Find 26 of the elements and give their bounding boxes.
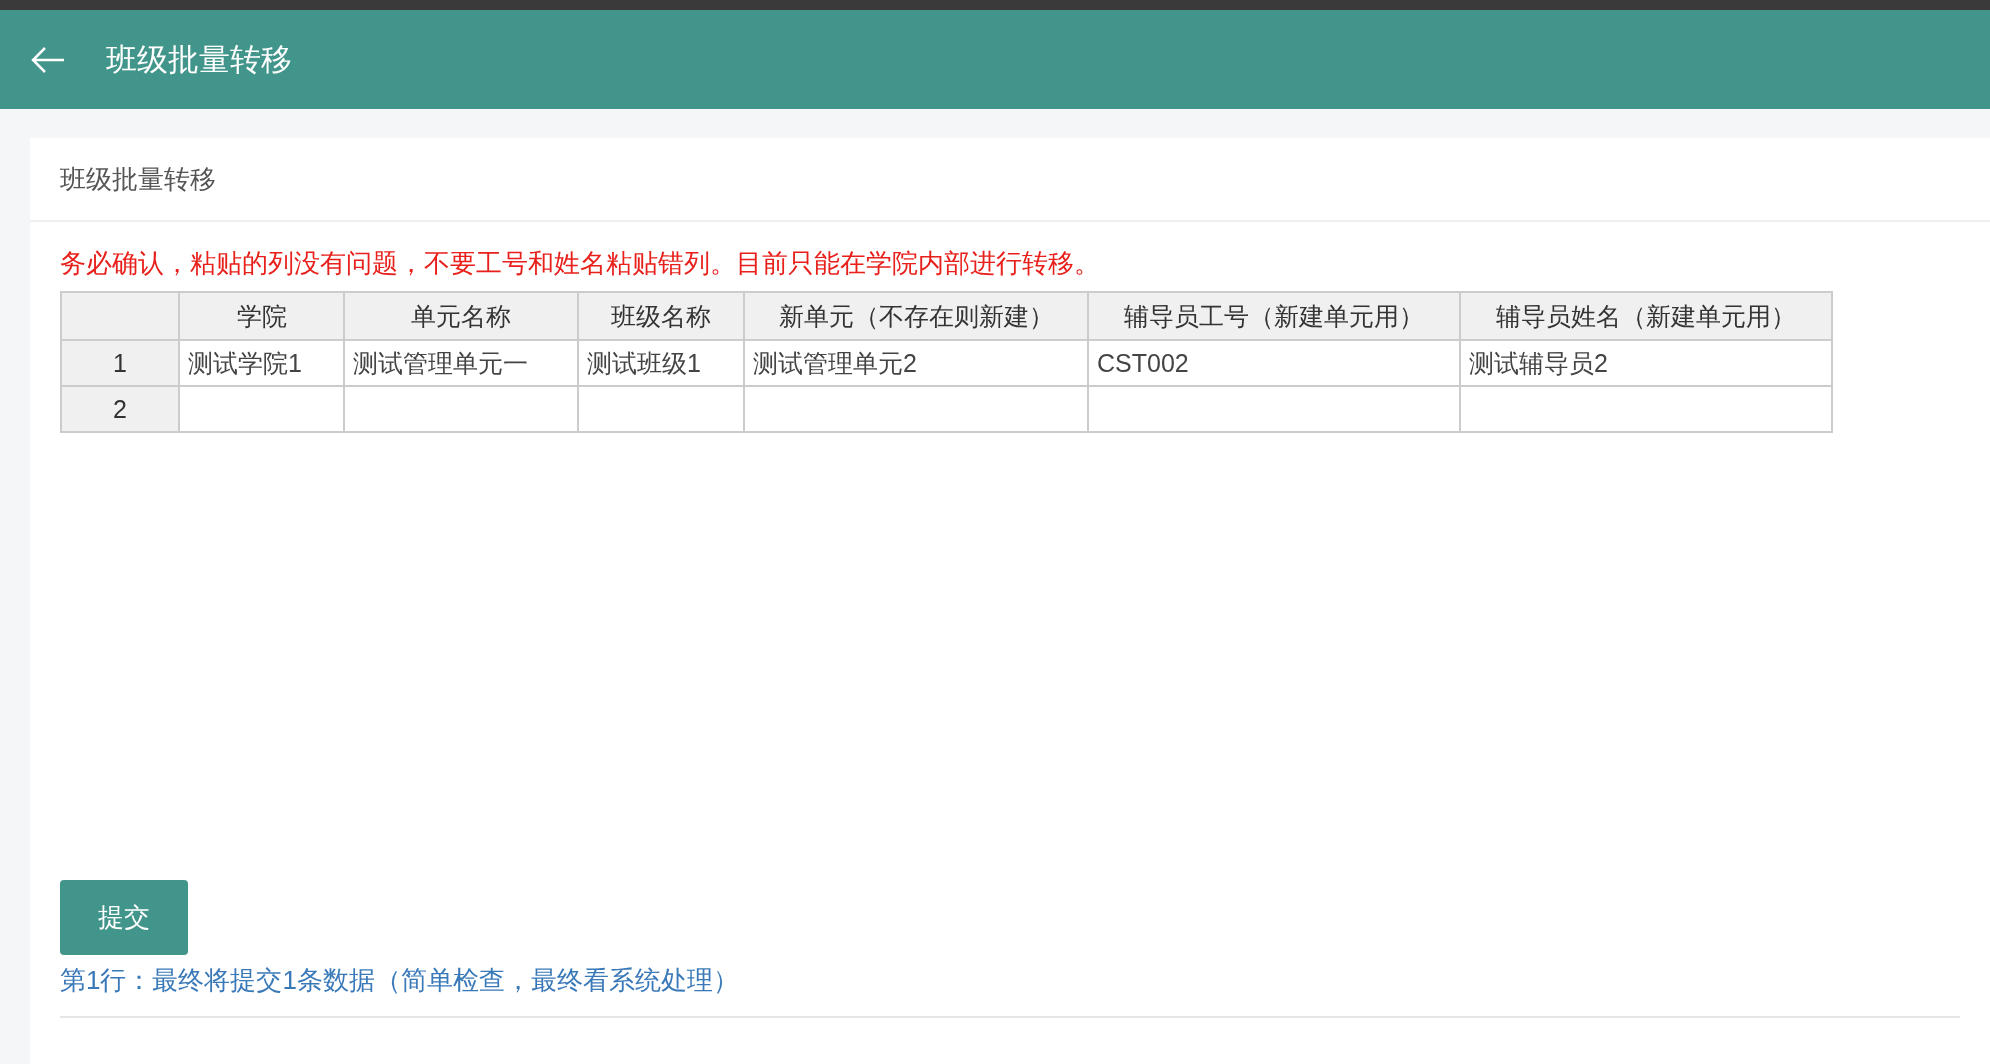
- result-message: 第1行：最终将提交1条数据（简单检查，最终看系统处理）: [60, 964, 740, 997]
- column-header: 班级名称: [578, 292, 744, 340]
- table-cell[interactable]: 测试学院1: [179, 340, 344, 386]
- row-number: 2: [61, 386, 179, 432]
- table-cell[interactable]: [578, 386, 744, 432]
- table-cell[interactable]: [1460, 386, 1832, 432]
- column-header: 学院: [179, 292, 344, 340]
- submit-button[interactable]: 提交: [60, 880, 188, 955]
- table-cell[interactable]: [344, 386, 578, 432]
- column-header: 单元名称: [344, 292, 578, 340]
- warning-text: 务必确认，粘贴的列没有问题，不要工号和姓名粘贴错列。目前只能在学院内部进行转移。: [60, 247, 1101, 280]
- table-cell[interactable]: CST002: [1088, 340, 1460, 386]
- column-header: 辅导员姓名（新建单元用）: [1460, 292, 1832, 340]
- table-cell[interactable]: [1088, 386, 1460, 432]
- table-cell[interactable]: 测试辅导员2: [1460, 340, 1832, 386]
- page-title: 班级批量转移: [106, 40, 292, 79]
- table-cell[interactable]: [744, 386, 1088, 432]
- table-cell[interactable]: 测试管理单元一: [344, 340, 578, 386]
- column-header: 辅导员工号（新建单元用）: [1088, 292, 1460, 340]
- column-header: 新单元（不存在则新建）: [744, 292, 1088, 340]
- row-number: 1: [61, 340, 179, 386]
- table-cell[interactable]: 测试管理单元2: [744, 340, 1088, 386]
- table-cell[interactable]: 测试班级1: [578, 340, 744, 386]
- back-arrow-icon[interactable]: [30, 44, 66, 75]
- table-cell[interactable]: [179, 386, 344, 432]
- card-title: 班级批量转移: [60, 162, 216, 196]
